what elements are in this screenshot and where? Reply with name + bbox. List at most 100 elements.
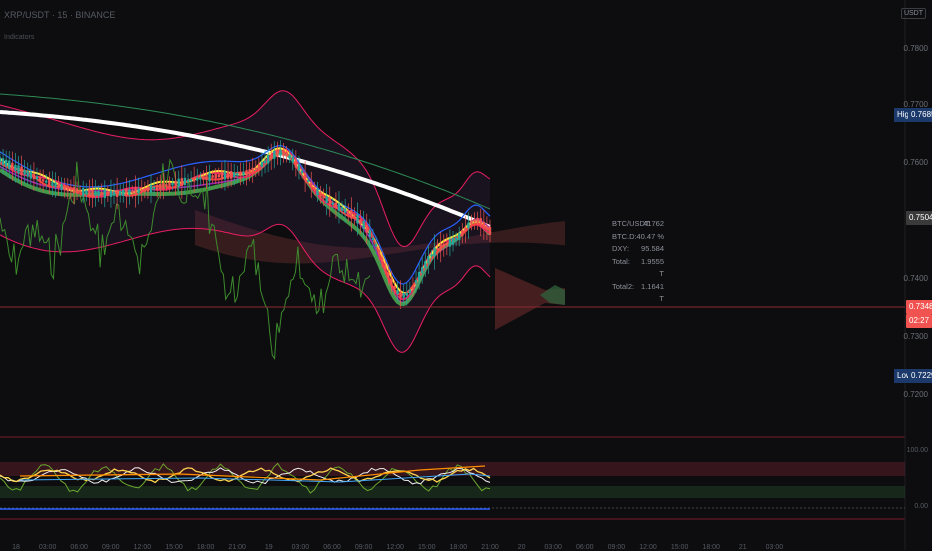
candle-body — [266, 155, 270, 164]
candle-body — [433, 247, 436, 257]
candle-body — [263, 160, 267, 164]
bollinger-fill — [0, 90, 490, 353]
candle-body — [112, 191, 116, 196]
candle-body — [63, 185, 66, 191]
candle-body — [143, 188, 147, 192]
candle-body — [35, 176, 39, 180]
candle-body — [350, 210, 353, 219]
candle-body — [251, 167, 254, 173]
candle-body — [140, 189, 143, 192]
price-tick: 0.7400 — [903, 274, 928, 283]
candle-body — [430, 254, 433, 257]
candle-body — [45, 180, 48, 183]
candle-body — [220, 171, 224, 180]
candle-body — [451, 237, 455, 245]
symbol-header[interactable]: XRP/USDT · 15 · BINANCE — [4, 10, 115, 20]
candle-body — [470, 220, 473, 225]
candle-body — [134, 187, 137, 196]
candle-body — [236, 172, 239, 176]
candle-body — [118, 191, 122, 196]
candle-body — [57, 183, 60, 189]
candle-body — [88, 189, 91, 197]
candle-body — [254, 167, 257, 170]
candle-body — [192, 177, 196, 182]
candle-body — [393, 286, 396, 290]
candle-body — [362, 221, 365, 229]
info-row-total: Total: 1.9555 T — [612, 256, 664, 279]
price-tick: 0.7800 — [903, 44, 928, 53]
candle-body — [282, 149, 285, 157]
candle-body — [155, 184, 159, 191]
candle-body — [442, 243, 445, 248]
candle-body — [467, 222, 470, 229]
candle-body — [128, 189, 131, 196]
candle-body — [390, 278, 393, 286]
candle-body — [279, 149, 282, 156]
candle-body — [115, 189, 119, 197]
candle-body — [427, 256, 430, 264]
candle-body — [285, 151, 288, 157]
candle-body — [180, 178, 184, 186]
candle-body — [239, 172, 242, 176]
candle-body — [260, 161, 264, 167]
candle-body — [291, 156, 294, 163]
candle-body — [1, 158, 5, 165]
candle-body — [41, 179, 45, 182]
info-panel: BTC/USDT: 41762 BTC.D: 40.47 % DXY: 95.584 … — [612, 218, 664, 306]
candle-body — [399, 291, 402, 298]
candle-body — [365, 225, 368, 233]
candle-body — [214, 174, 217, 179]
candle-body — [479, 218, 482, 227]
mid-value-tag: 0.7504 — [906, 211, 932, 225]
price-tick: 0.7600 — [903, 158, 928, 167]
candle-body — [464, 226, 467, 232]
candle-body — [75, 188, 79, 194]
candle-body — [0, 157, 2, 163]
candle-body — [380, 257, 384, 262]
candle-body — [20, 166, 23, 176]
price-tick: 0.7300 — [903, 332, 928, 341]
candle-body — [257, 163, 261, 170]
candle-body — [340, 207, 344, 211]
candle-body — [60, 183, 63, 190]
candle-body — [482, 221, 486, 229]
osc-upper-label: 100.00 — [906, 447, 928, 454]
candle-body — [82, 187, 85, 196]
candle-body — [476, 217, 479, 224]
candle-body — [229, 171, 233, 179]
indicators-line[interactable]: Indicators — [4, 34, 34, 41]
candle-body — [66, 185, 69, 192]
candle-body — [331, 202, 335, 205]
candle-body — [356, 214, 359, 224]
candle-body — [377, 249, 381, 255]
candle-body — [445, 242, 449, 246]
candle-body — [297, 164, 301, 171]
candle-body — [11, 162, 14, 170]
candle-body — [137, 188, 140, 194]
price-chart[interactable] — [0, 0, 932, 550]
currency-button[interactable]: USDT — [900, 8, 926, 19]
low-value-tag: 0.7229 — [908, 369, 932, 383]
candle-body — [473, 219, 476, 223]
candle-body — [38, 177, 42, 181]
candle-body — [448, 239, 452, 247]
candle-body — [273, 150, 276, 159]
candle-body — [159, 184, 162, 190]
candle-body — [8, 160, 11, 169]
candle-body — [417, 271, 421, 281]
candle-body — [122, 190, 125, 196]
candle-body — [109, 190, 113, 197]
candle-body — [177, 178, 180, 187]
candle-body — [226, 171, 230, 179]
candle-body — [32, 173, 36, 180]
candle-body — [439, 243, 442, 251]
candle-body — [405, 292, 408, 296]
candle-body — [146, 187, 150, 192]
candle-body — [131, 190, 134, 194]
candle-body — [424, 261, 427, 269]
candle-body — [186, 179, 190, 182]
candle-body — [125, 188, 128, 197]
candle-body — [384, 265, 387, 269]
candle-body — [374, 243, 378, 247]
candle-body — [51, 181, 54, 186]
